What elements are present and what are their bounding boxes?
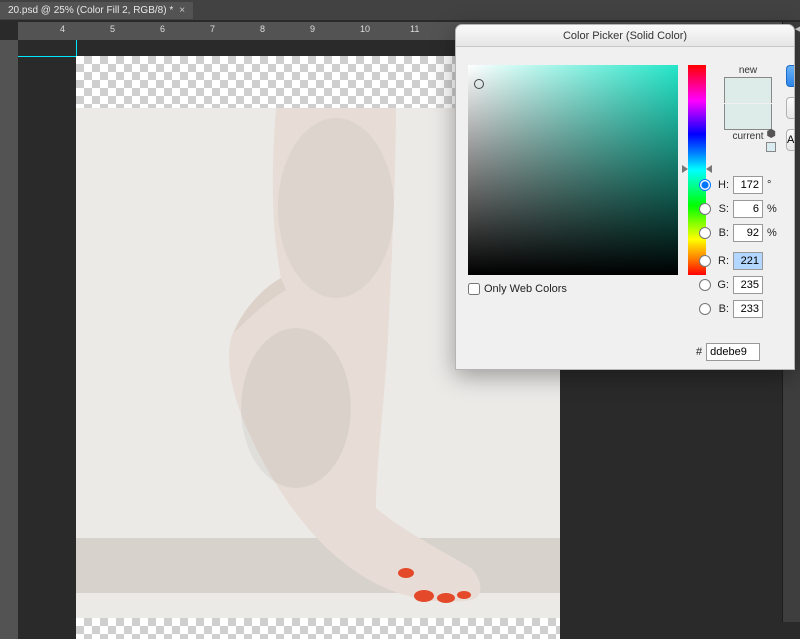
saturation-unit: % [767, 203, 777, 215]
new-color-swatch[interactable] [724, 77, 772, 103]
close-tab-icon[interactable]: × [179, 5, 185, 16]
red-input[interactable] [733, 252, 763, 270]
ruler-tick: 5 [110, 24, 115, 34]
ok-button[interactable] [786, 65, 794, 87]
blue-label: B: [715, 303, 729, 315]
green-label: G: [715, 279, 729, 291]
brightness-input[interactable] [733, 224, 763, 242]
document-tab-title: 20.psd @ 25% (Color Fill 2, RGB/8) * [8, 5, 173, 16]
color-field-marker[interactable] [474, 79, 484, 89]
hex-input[interactable] [706, 343, 760, 361]
ruler-tick: 9 [310, 24, 315, 34]
hue-radio[interactable] [699, 179, 711, 191]
brightness-unit: % [767, 227, 777, 239]
only-web-colors-label: Only Web Colors [484, 283, 567, 295]
brightness-radio[interactable] [699, 227, 711, 239]
gamut-warning-icon[interactable]: ⬢ [766, 127, 776, 140]
ruler-vertical[interactable] [0, 40, 18, 639]
new-color-label: new [718, 65, 778, 76]
hue-label: H: [715, 179, 729, 191]
brightness-label: B: [715, 227, 729, 239]
ruler-tick: 4 [60, 24, 65, 34]
saturation-radio[interactable] [699, 203, 711, 215]
websafe-swatch[interactable] [766, 142, 776, 152]
saturation-label: S: [715, 203, 729, 215]
ruler-tick: 10 [360, 24, 370, 34]
dialog-title: Color Picker (Solid Color) [456, 25, 794, 47]
red-label: R: [715, 255, 729, 267]
green-radio[interactable] [699, 279, 711, 291]
hue-input[interactable] [733, 176, 763, 194]
ruler-tick: 8 [260, 24, 265, 34]
cancel-button[interactable] [786, 97, 794, 119]
ruler-tick: 6 [160, 24, 165, 34]
ruler-tick: 7 [210, 24, 215, 34]
ruler-tick: 11 [410, 24, 419, 34]
hue-slider-thumb[interactable] [682, 165, 688, 173]
current-color-swatch[interactable] [724, 104, 772, 130]
hex-label: # [696, 346, 702, 358]
add-swatch-button[interactable]: A [786, 129, 794, 151]
transparent-area [76, 618, 560, 639]
only-web-colors-checkbox[interactable] [468, 283, 480, 295]
hue-slider-thumb[interactable] [706, 165, 712, 173]
green-input[interactable] [733, 276, 763, 294]
saturation-input[interactable] [733, 200, 763, 218]
document-tab-bar: 20.psd @ 25% (Color Fill 2, RGB/8) * × [0, 0, 800, 20]
red-radio[interactable] [699, 255, 711, 267]
color-picker-dialog: Color Picker (Solid Color) new current ⬢… [455, 24, 795, 370]
hue-unit: ° [767, 179, 777, 191]
blue-radio[interactable] [699, 303, 711, 315]
document-tab[interactable]: 20.psd @ 25% (Color Fill 2, RGB/8) * × [0, 2, 193, 19]
blue-input[interactable] [733, 300, 763, 318]
saturation-brightness-field[interactable] [468, 65, 678, 275]
